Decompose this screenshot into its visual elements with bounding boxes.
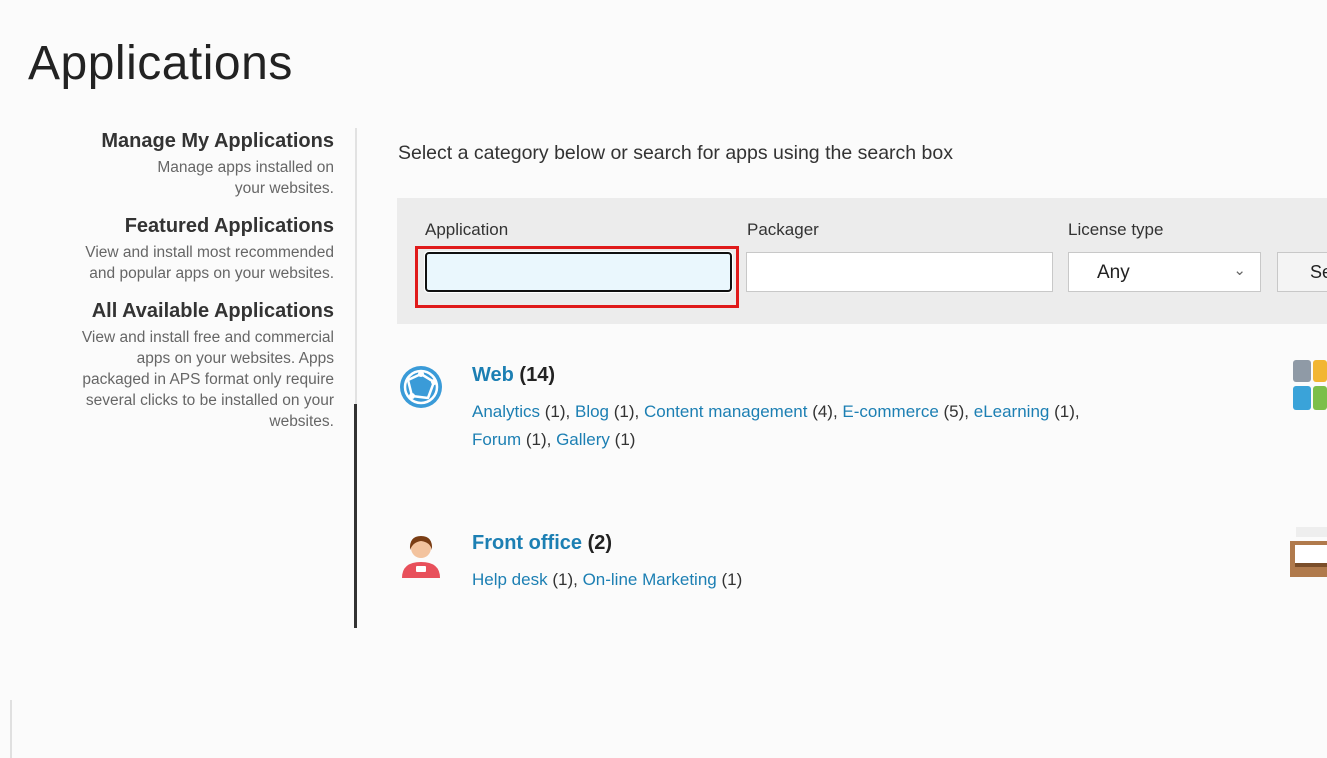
sidebar-item-desc: Manage apps installed on your websites.: [157, 159, 334, 197]
page-edge-divider: [10, 700, 12, 758]
subcategory-list: Analytics (1), Blog (1), Content managem…: [472, 398, 1232, 454]
subcategory-link[interactable]: Blog: [575, 402, 609, 421]
packager-label: Packager: [747, 220, 819, 239]
page-title: Applications: [28, 37, 293, 90]
subcategory-count: (1),: [521, 430, 557, 449]
person-icon: [402, 536, 440, 578]
subcategory-link[interactable]: On-line Marketing: [583, 570, 717, 589]
category-link-web[interactable]: Web: [472, 364, 514, 386]
subcategory-count: (4),: [807, 402, 843, 421]
subcategory-link[interactable]: E-commerce: [842, 402, 938, 421]
subcategory-count: (1),: [540, 402, 575, 421]
subcategory-link[interactable]: Gallery: [556, 430, 610, 449]
subcategory-count: (1),: [1049, 402, 1080, 421]
category-title: Front office (2): [472, 532, 612, 555]
sidebar-active-indicator: [354, 404, 357, 628]
subcategory-link[interactable]: Help desk: [472, 570, 548, 589]
subcategory-count: (1): [609, 430, 636, 449]
sidebar: Manage My Applications Manage apps insta…: [20, 128, 334, 446]
category-link-front-office[interactable]: Front office: [472, 532, 582, 554]
chevron-down-icon: ⌄: [1233, 262, 1246, 279]
license-type-label: License type: [1068, 220, 1164, 239]
sidebar-item-manage[interactable]: Manage My Applications Manage apps insta…: [20, 128, 334, 199]
sidebar-item-desc: View and install most recommended and po…: [85, 244, 334, 282]
subcategory-link[interactable]: Forum: [472, 430, 521, 449]
subcategory-list: Help desk (1), On-line Marketing (1): [472, 566, 1232, 594]
sidebar-item-all-available[interactable]: All Available Applications View and inst…: [20, 298, 334, 432]
inbox-tray-icon: [1290, 527, 1327, 577]
sidebar-item-featured[interactable]: Featured Applications View and install m…: [20, 213, 334, 284]
subcategory-link[interactable]: Analytics: [472, 402, 540, 421]
sidebar-item-desc: View and install free and commercial app…: [81, 329, 334, 430]
application-label: Application: [425, 220, 509, 239]
category-count: (14): [519, 364, 555, 386]
category-count: (2): [587, 532, 613, 554]
subcategory-link[interactable]: eLearning: [974, 402, 1050, 421]
search-button[interactable]: Se: [1277, 252, 1327, 292]
subcategory-count: (1): [716, 570, 743, 589]
subcategory-link[interactable]: Content management: [644, 402, 808, 421]
globe-icon: [400, 366, 442, 408]
category-title: Web (14): [472, 364, 555, 387]
sidebar-item-title[interactable]: All Available Applications: [20, 298, 334, 324]
subcategory-count: (1),: [547, 570, 583, 589]
sidebar-item-title[interactable]: Featured Applications: [20, 213, 334, 239]
subcategory-count: (5),: [938, 402, 974, 421]
packager-input[interactable]: [746, 252, 1053, 292]
category-hint: Select a category below or search for ap…: [398, 142, 953, 164]
subcategory-count: (1),: [609, 402, 644, 421]
application-search-input[interactable]: [424, 251, 733, 293]
license-type-value: Any: [1097, 262, 1130, 283]
sidebar-item-title[interactable]: Manage My Applications: [20, 128, 334, 154]
puzzle-icon: [1293, 360, 1327, 410]
filter-bar: Application Packager License type Any ⌄ …: [397, 198, 1327, 324]
license-type-select[interactable]: Any ⌄: [1068, 252, 1261, 292]
